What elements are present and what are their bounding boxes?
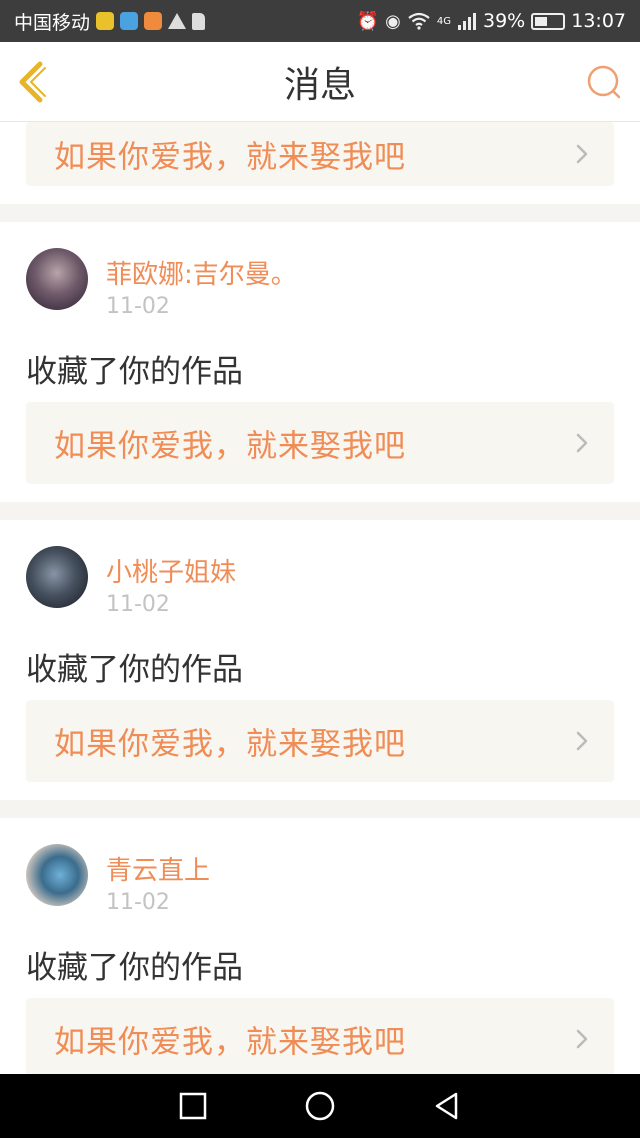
status-bar-right: ⏰ ◉ 4G 39% 13:07	[357, 10, 626, 32]
status-bar: 中国移动 ⏰ ◉ 4G 39% 13:07	[0, 0, 640, 42]
avatar[interactable]	[26, 248, 88, 310]
message-card: 菲欧娜:吉尔曼。 11-02 收藏了你的作品 如果你爱我，就来娶我吧	[0, 222, 640, 502]
work-title: 如果你爱我，就来娶我吧	[54, 1024, 406, 1061]
work-link[interactable]: 如果你爱我，就来娶我吧	[26, 700, 614, 782]
page-title: 消息	[283, 64, 356, 106]
message-card-partial: 如果你爱我，就来娶我吧	[0, 122, 640, 204]
status-bar-left: 中国移动	[14, 8, 206, 35]
work-title: 如果你爱我，就来娶我吧	[54, 428, 406, 465]
avatar[interactable]	[26, 844, 88, 906]
avatar[interactable]	[26, 546, 88, 608]
work-link[interactable]: 如果你爱我，就来娶我吧	[26, 998, 614, 1074]
alarm-icon: ⏰	[356, 10, 380, 32]
eye-icon: ◉	[385, 10, 401, 32]
message-card: 小桃子姐妹 11-02 收藏了你的作品 如果你爱我，就来娶我吧	[0, 520, 640, 800]
wifi-icon	[408, 12, 430, 30]
work-link[interactable]: 如果你爱我，就来娶我吧	[26, 122, 614, 186]
warning-icon	[168, 13, 187, 29]
message-date: 11-02	[106, 592, 170, 617]
search-button[interactable]	[584, 62, 624, 102]
clock: 13:07	[571, 10, 626, 32]
card-divider	[0, 204, 640, 222]
message-text: 收藏了你的作品	[26, 652, 243, 688]
username[interactable]: 小桃子姐妹	[106, 552, 236, 589]
system-nav-bar	[0, 1074, 640, 1138]
app-notification-icon	[144, 12, 163, 30]
triangle-back-icon	[435, 1092, 457, 1120]
message-date: 11-02	[106, 294, 170, 319]
battery-icon	[531, 12, 566, 30]
message-card: 青云直上 11-02 收藏了你的作品 如果你爱我，就来娶我吧	[0, 818, 640, 1074]
chevron-right-icon	[576, 433, 588, 453]
signal-icon	[458, 13, 476, 30]
chevron-right-icon	[576, 144, 588, 164]
app-notification-icon	[96, 12, 115, 30]
network-type-label: 4G	[436, 16, 451, 27]
chevron-right-icon	[576, 731, 588, 751]
work-link[interactable]: 如果你爱我，就来娶我吧	[26, 402, 614, 484]
carrier-label: 中国移动	[14, 11, 91, 34]
back-button[interactable]	[14, 58, 54, 106]
square-icon	[180, 1092, 207, 1120]
home-button[interactable]	[303, 1089, 337, 1123]
username[interactable]: 青云直上	[106, 850, 210, 887]
message-text: 收藏了你的作品	[26, 950, 243, 986]
sd-card-icon	[192, 12, 206, 30]
message-feed: 如果你爱我，就来娶我吧 菲欧娜:吉尔曼。 11-02 收藏了你的作品 如果你爱我…	[0, 122, 640, 1074]
username[interactable]: 菲欧娜:吉尔曼。	[106, 254, 297, 291]
recent-apps-button[interactable]	[176, 1089, 210, 1123]
message-list[interactable]: 如果你爱我，就来娶我吧 菲欧娜:吉尔曼。 11-02 收藏了你的作品 如果你爱我…	[0, 122, 640, 1074]
back-chevron-icon	[19, 61, 46, 103]
card-divider	[0, 800, 640, 818]
header: 消息	[0, 42, 640, 122]
work-title: 如果你爱我，就来娶我吧	[54, 139, 406, 176]
chevron-right-icon	[576, 1029, 588, 1049]
circle-icon	[305, 1091, 335, 1121]
card-divider	[0, 502, 640, 520]
back-nav-button[interactable]	[430, 1089, 464, 1123]
app-notification-icon	[120, 12, 139, 30]
battery-percent: 39%	[483, 10, 526, 32]
search-icon	[587, 65, 621, 99]
message-text: 收藏了你的作品	[26, 354, 243, 390]
message-date: 11-02	[106, 890, 170, 915]
work-title: 如果你爱我，就来娶我吧	[54, 726, 406, 763]
